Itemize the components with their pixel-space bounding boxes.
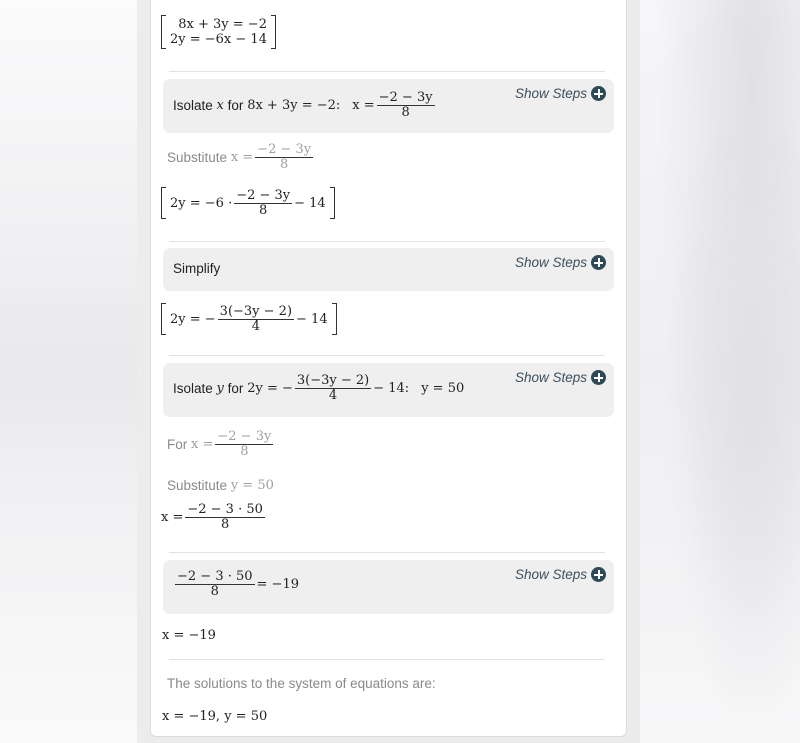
step-result-fraction: −2 − 3y 8 [376, 90, 435, 120]
show-steps-button[interactable]: Show Steps [515, 370, 606, 385]
system-of-equations: 8x + 3y = −2 2y = −6x − 14 [161, 15, 276, 49]
equation-fraction: 3(−3y − 2) 4 [217, 303, 295, 334]
step-fraction: −2 − 3 · 50 8 [175, 570, 255, 599]
solution-card: 8x + 3y = −2 2y = −6x − 14 Isolate x for… [150, 0, 627, 737]
substitute-y-line: Substitute y = 50 [167, 478, 274, 493]
step-equation-rest: − 14: [373, 381, 410, 396]
substitute-lhs: x = [230, 150, 254, 165]
divider [169, 552, 605, 553]
show-steps-label: Show Steps [514, 255, 587, 270]
step-label: Isolate [173, 381, 213, 396]
step-isolate-x: Isolate x for 8x + 3y = −2: x = −2 − 3y … [163, 79, 614, 133]
step-label: Isolate [173, 98, 213, 113]
fraction-numerator: −2 − 3y [376, 90, 435, 106]
equation-1: 8x + 3y = −2 [178, 17, 267, 32]
fraction-numerator: 3(−3y − 2) [294, 373, 372, 389]
plus-circle-icon [591, 255, 606, 270]
step-equation-lhs: 2y = − [247, 381, 293, 396]
left-bracket [161, 187, 166, 219]
x-result: x = −19 [162, 628, 216, 643]
fraction-numerator: −2 − 3 · 50 [185, 502, 265, 518]
step-variable: x [216, 98, 224, 113]
step-compute-x: −2 − 3 · 50 8 = −19 Show Steps [163, 560, 614, 614]
fraction-denominator: 8 [401, 105, 410, 120]
left-bracket [161, 303, 166, 335]
step-equation-fraction: 3(−3y − 2) 4 [294, 373, 372, 403]
solutions-value: x = −19, y = 50 [162, 709, 268, 724]
substitute-fraction: −2 − 3y 8 [255, 142, 314, 172]
background-blur-left [0, 0, 137, 743]
show-steps-label: Show Steps [514, 567, 587, 582]
substituted-equation: 2y = −6 · −2 − 3y 8 − 14 [161, 187, 335, 219]
fraction-numerator: −2 − 3y [255, 142, 314, 158]
fraction-denominator: 8 [259, 202, 268, 218]
step-result-lhs: x = [352, 98, 375, 113]
divider [169, 659, 605, 660]
step-label-for: for [227, 381, 244, 396]
x-lhs: x = [161, 510, 184, 525]
divider [169, 71, 605, 72]
solutions-text: The solutions to the system of equations… [167, 676, 436, 691]
for-label: For [167, 437, 188, 452]
right-bracket [331, 303, 337, 335]
substitute-x-line: Substitute x = −2 − 3y 8 [167, 143, 315, 172]
substitute-expression: y = 50 [230, 478, 274, 493]
fraction-denominator: 8 [280, 157, 289, 172]
substitute-label: Substitute [167, 150, 228, 165]
plus-circle-icon [591, 567, 606, 582]
for-fraction: −2 − 3y 8 [215, 429, 274, 459]
step-equation: 8x + 3y = −2: [247, 98, 341, 113]
equation-rest: − 14 [294, 195, 326, 211]
divider [169, 241, 605, 242]
step-result: = −19 [256, 577, 299, 592]
equation-rest: − 14 [296, 311, 328, 327]
substitute-label: Substitute [167, 478, 228, 493]
step-variable: y [216, 381, 224, 396]
right-bracket [329, 187, 335, 219]
right-bracket [270, 15, 276, 49]
equation-lhs: 2y = − [170, 311, 216, 327]
fraction-numerator: −2 − 3y [234, 187, 293, 204]
fraction-numerator: 3(−3y − 2) [217, 303, 295, 320]
plus-circle-icon [591, 370, 606, 385]
background-blur-right [640, 0, 800, 743]
equation-lhs: 2y = −6 · [170, 195, 233, 211]
show-steps-label: Show Steps [514, 86, 587, 101]
step-label: Simplify [173, 261, 221, 276]
divider [169, 355, 605, 356]
step-isolate-y: Isolate y for 2y = − 3(−3y − 2) 4 − 14: … [163, 363, 614, 417]
fraction-denominator: 8 [240, 444, 249, 459]
for-lhs: x = [191, 437, 214, 452]
show-steps-label: Show Steps [514, 370, 587, 385]
step-simplify: Simplify Show Steps [163, 248, 614, 291]
equation-fraction: −2 − 3y 8 [234, 187, 293, 218]
show-steps-button[interactable]: Show Steps [515, 567, 606, 582]
for-x-line: For x = −2 − 3y 8 [167, 430, 275, 459]
fraction-denominator: 4 [251, 318, 260, 334]
plus-circle-icon [591, 86, 606, 101]
simplified-equation: 2y = − 3(−3y − 2) 4 − 14 [161, 303, 337, 335]
step-label-for: for [227, 98, 244, 113]
fraction-denominator: 8 [210, 584, 219, 599]
x-expression: x = −2 − 3 · 50 8 [161, 503, 267, 532]
fraction-numerator: −2 − 3y [215, 429, 274, 445]
fraction-denominator: 4 [328, 388, 338, 403]
equation-2: 2y = −6x − 14 [170, 32, 267, 47]
show-steps-button[interactable]: Show Steps [515, 86, 606, 101]
show-steps-button[interactable]: Show Steps [515, 255, 606, 270]
fraction-numerator: −2 − 3 · 50 [175, 569, 255, 585]
step-result: y = 50 [421, 381, 465, 396]
x-fraction: −2 − 3 · 50 8 [185, 503, 265, 532]
fraction-denominator: 8 [220, 517, 230, 532]
